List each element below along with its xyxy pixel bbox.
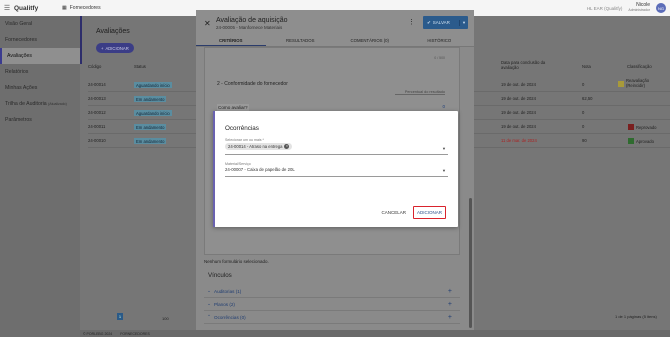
modal-subtitle: 24-00005 - Manfornece Materiais [216,25,283,30]
modal-title: Avaliação de aquisição [216,17,288,24]
avatar[interactable]: NG [656,3,666,13]
material-service-label: Material/Serviço [225,162,251,166]
tab-historico[interactable]: HISTÓRICO [405,36,475,46]
check-icon: ✔ [427,19,431,25]
sidebar-item-relatorios[interactable]: Relatórios [0,64,80,80]
score-value: 0 [442,104,445,109]
remove-chip-icon[interactable]: × [284,144,290,149]
tab-resultados[interactable]: RESULTADOS [266,36,336,46]
dropdown-arrow-icon[interactable]: ▼ [442,168,446,173]
col-header-nota[interactable]: Nota [582,64,591,69]
page-current[interactable]: 1 [117,313,123,320]
char-counter: 0 / 500 [434,56,445,60]
tab-comentarios[interactable]: COMENTÁRIOS (0) [335,36,405,46]
vinculo-ocorrencias[interactable]: ⌃ Ocorrências (0) + [204,311,460,324]
add-button[interactable]: ADICIONAR [412,206,446,219]
app-logo: Qualitfy [14,4,39,12]
sidebar-item-trilha-auditoria[interactable]: Trilha de Auditoria (Atualizado) [0,96,80,112]
col-header-status[interactable]: Status [134,64,146,69]
col-header-codigo[interactable]: Código [88,64,101,69]
dialog-title: Ocorrências [225,125,259,132]
add-evaluation-button[interactable]: + ADICIONAR [96,43,134,53]
chevron-up-icon: ⌃ [207,314,211,319]
more-options-icon[interactable]: ⋮ [408,18,415,26]
modal-scrollbar[interactable] [468,56,472,330]
chevron-down-icon: ⌄ [207,288,211,293]
col-header-classificacao[interactable]: Classificação [627,64,652,69]
vinculos-title: Vínculos [208,272,232,279]
plus-icon: + [101,45,104,51]
material-service-value: 24-00007 - Caixa de papelão de 20L [225,167,295,172]
add-icon[interactable]: + [448,314,452,321]
module-selector[interactable]: ▦ Fornecedores [62,5,142,11]
sidebar: Visão Geral Fornecedores Avaliações Rela… [0,16,80,337]
occurrences-select[interactable]: Selecionar um ou mais * 24-00014 - Atras… [225,138,448,155]
how-to-evaluate-link[interactable]: Como avaliar? [217,104,249,111]
module-label: Fornecedores [69,5,101,11]
cancel-button[interactable]: CANCELAR [378,208,409,217]
close-icon[interactable]: ✕ [204,19,211,28]
user-role: Administrador [628,7,650,12]
no-form-message: Nenhum formulário selecionado. [204,259,269,264]
save-button[interactable]: ✔ SALVAR ▾ [423,16,468,29]
occurrences-dialog: Ocorrências Selecionar um ou mais * 24-0… [213,111,458,227]
pagination-summary: 1 de 1 páginas (5 itens) [615,314,657,319]
occurrences-select-label: Selecionar um ou mais * [225,138,264,142]
add-icon[interactable]: + [448,288,452,295]
sidebar-item-minhas-acoes[interactable]: Minhas Ações [0,80,80,96]
selected-occurrence-chip[interactable]: 24-00014 - Atraso na entrega × [225,143,293,150]
sidebar-item-visao-geral[interactable]: Visão Geral [0,16,80,32]
sidebar-item-avaliacoes[interactable]: Avaliações [0,48,80,64]
save-dropdown-icon[interactable]: ▾ [459,19,468,26]
user-info[interactable]: Nicole Administrador [628,3,650,12]
footer: © PORLEBG 2024 FORNECEDORES [80,330,670,337]
vinculo-planos[interactable]: ⌄ Planos (2) + [204,298,460,311]
sidebar-item-fornecedores[interactable]: Fornecedores [0,32,80,48]
percent-field[interactable]: Percentual do resultado [395,90,445,95]
dropdown-arrow-icon[interactable]: ▼ [442,146,446,151]
page-title: Avaliações [96,28,130,35]
modal-tabs: CRITÉRIOS RESULTADOS COMENTÁRIOS (0) HIS… [196,36,474,47]
section-title: 2 - Conformidade do fornecedor [217,81,288,87]
tab-criterios[interactable]: CRITÉRIOS [196,36,266,46]
add-icon[interactable]: + [448,301,452,308]
material-service-select[interactable]: Material/Serviço 24-00007 - Caixa de pap… [225,162,448,177]
col-header-data[interactable]: Data para conclusão da avaliação [501,60,561,71]
environment-label: HL EAR (Qualitfy) [586,5,623,11]
vinculo-auditorias[interactable]: ⌄ Auditorias (1) + [204,285,460,298]
grid-icon: ▦ [62,5,67,11]
chevron-down-icon: ⌄ [207,301,211,306]
sidebar-item-parametros[interactable]: Parâmetros [0,112,80,128]
menu-icon[interactable]: ☰ [0,4,14,12]
per-page-select[interactable]: 100 [162,316,169,321]
